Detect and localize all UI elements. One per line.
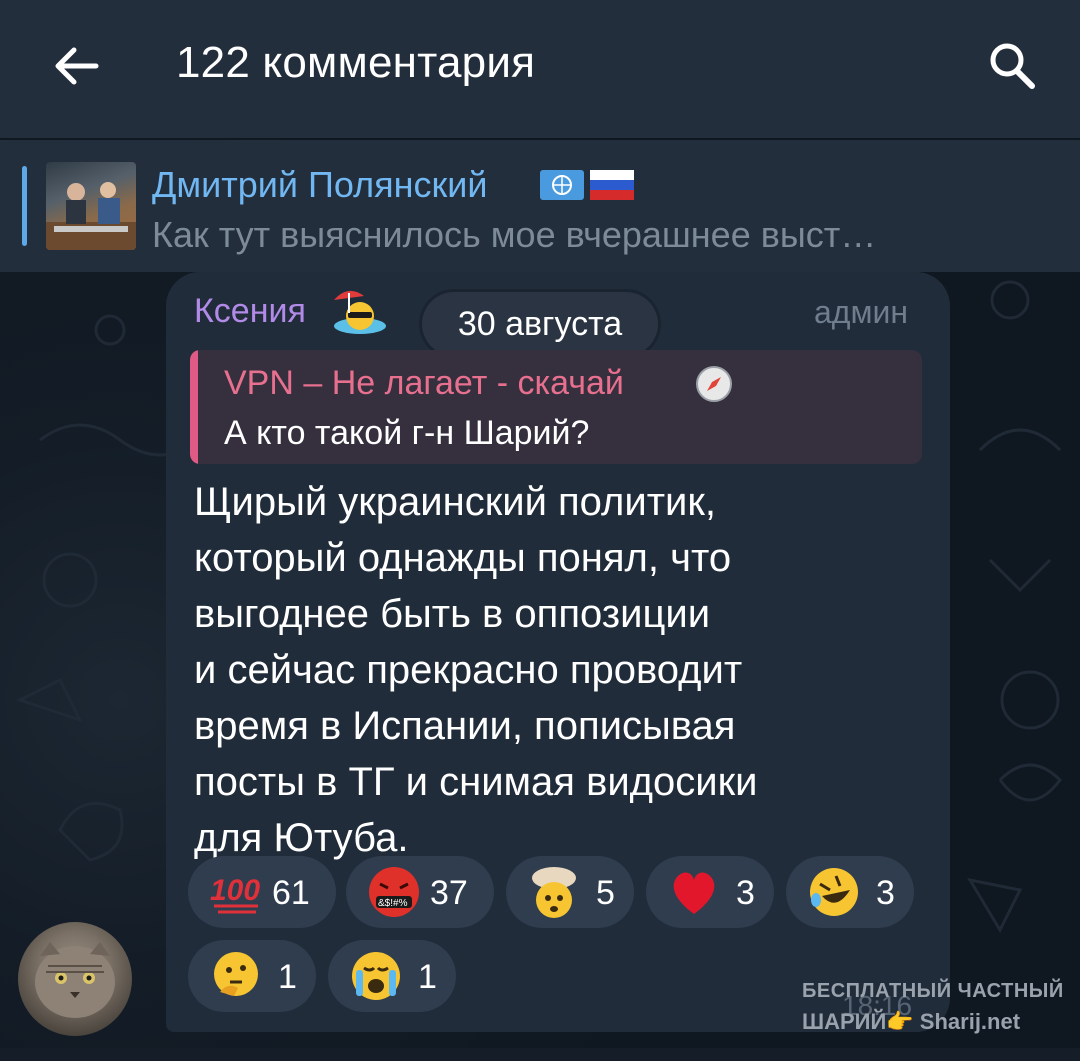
message-line: посты в ТГ и снимая видосики (194, 760, 758, 804)
hundred-points-emoji: 100 (210, 874, 260, 914)
arrow-left-icon[interactable] (48, 38, 104, 94)
reaction-count: 3 (876, 874, 895, 912)
original-post-preview[interactable]: Дмитрий Полянский Как тут выяснилось мое… (0, 140, 1080, 272)
reaction-rolling-laughing[interactable]: 3 (786, 856, 914, 928)
post-thumbnail-image (46, 182, 136, 250)
message-line: время в Испании, пописывая (194, 704, 736, 748)
page-title: 122 комментария (176, 38, 536, 87)
date-separator: 30 августа (422, 292, 658, 356)
reaction-exploding-head[interactable]: 5 (506, 856, 634, 928)
sender-avatar[interactable] (18, 922, 132, 1036)
message-line: Щирый украинский политик, (194, 480, 717, 524)
reaction-count: 5 (596, 874, 615, 912)
reaction-count: 3 (736, 874, 755, 912)
reaction-count: 1 (278, 958, 297, 996)
reply-author-name: VPN – Не лагает - скачай (224, 364, 624, 402)
cursing-face-emoji: &$!#% (369, 867, 419, 917)
message-text: Щирый украинский политик, который однажд… (194, 474, 914, 866)
cat-avatar-image (35, 942, 115, 1018)
admin-badge: админ (814, 294, 909, 330)
un-flag-icon (540, 170, 584, 200)
watermark-line-2: ШАРИЙ👉 Sharij.net (802, 1009, 1021, 1034)
reaction-count: 1 (418, 958, 437, 996)
reply-text: А кто такой г-н Шарий? (224, 414, 590, 452)
post-author-name: Дмитрий Полянский (152, 164, 488, 205)
reply-accent-bar (190, 350, 198, 464)
svg-text:100: 100 (210, 874, 260, 907)
message-line: который однажды понял, что (194, 536, 732, 580)
reaction-heart[interactable]: 3 (646, 856, 774, 928)
reaction-thinking[interactable]: 1 (188, 940, 316, 1012)
reaction-count: 37 (430, 874, 468, 912)
compass-icon (696, 366, 732, 402)
author-badges (540, 170, 634, 200)
reaction-crying[interactable]: 1 (328, 940, 456, 1012)
message-line: выгоднее быть в оппозиции (194, 592, 711, 636)
quote-accent-bar (22, 166, 27, 246)
svg-text:&$!#%: &$!#% (378, 898, 408, 909)
next-message-edge (0, 1048, 1080, 1061)
post-preview-text: Как тут выяснилось мое вчерашнее выст… (152, 214, 877, 255)
red-heart-emoji (673, 872, 715, 914)
exploding-head-emoji (532, 867, 576, 918)
watermark: БЕСПЛАТНЫЙ ЧАСТНЫЙ ШАРИЙ👉 Sharij.net (802, 980, 1064, 1035)
crying-face-emoji (352, 952, 400, 1000)
beach-umbrella-cool-face-emoji (334, 290, 386, 334)
thinking-face-emoji (214, 952, 258, 996)
search-icon[interactable] (982, 36, 1042, 96)
post-thumbnail (46, 162, 136, 250)
sender-name[interactable]: Ксения (194, 292, 306, 331)
reaction-count: 61 (272, 874, 310, 912)
watermark-line-1: БЕСПЛАТНЫЙ ЧАСТНЫЙ (802, 980, 1064, 1002)
rolling-laughing-emoji (810, 868, 858, 916)
reply-quote[interactable]: VPN – Не лагает - скачай А кто такой г-н… (190, 350, 922, 464)
message-line: и сейчас прекрасно проводит (194, 648, 743, 692)
reaction-cursing[interactable]: &$!#% 37 (346, 856, 494, 928)
russia-flag-icon (590, 170, 634, 200)
reaction-hundred[interactable]: 100 61 (188, 856, 336, 928)
top-app-bar: 122 комментария (0, 0, 1080, 138)
